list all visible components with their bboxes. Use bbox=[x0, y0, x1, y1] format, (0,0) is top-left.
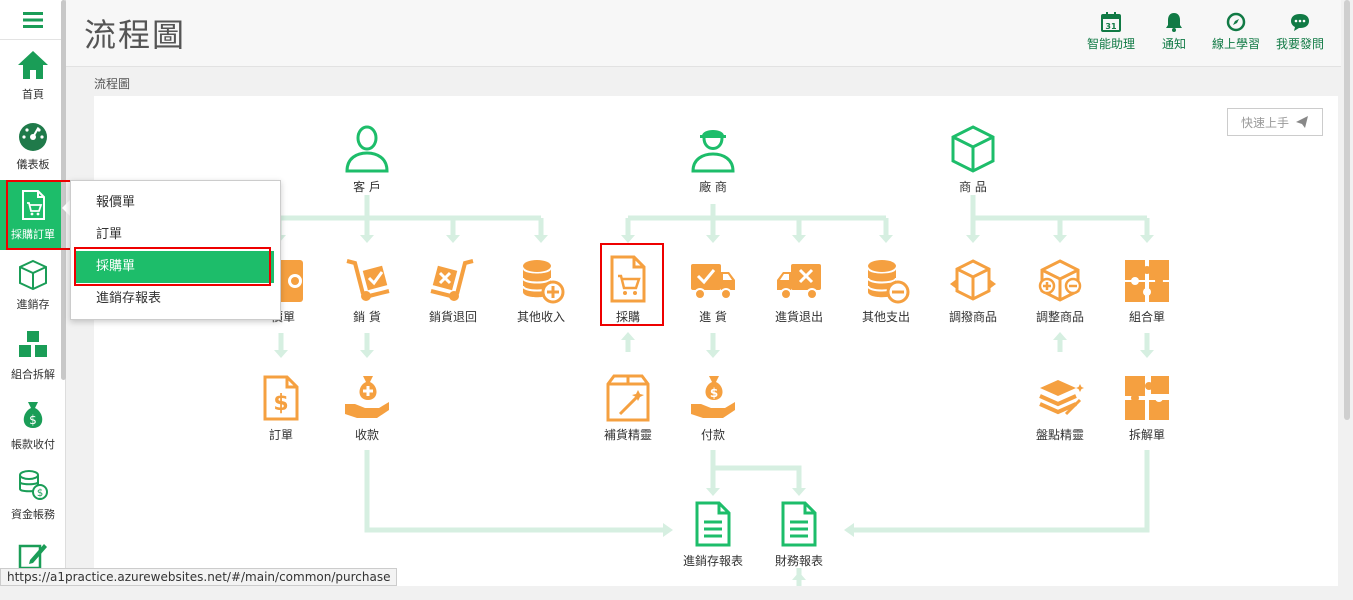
node-receipt[interactable]: 收款 bbox=[327, 374, 407, 443]
node-replenish[interactable]: 補貨精靈 bbox=[588, 374, 668, 443]
cube-icon bbox=[951, 125, 995, 173]
node-label: 銷貨退回 bbox=[428, 310, 477, 324]
node-label: 訂單 bbox=[268, 428, 293, 442]
hand-truck-check-icon bbox=[346, 259, 390, 301]
node-label: 收款 bbox=[354, 428, 379, 442]
node-label: 銷 貨 bbox=[353, 310, 381, 324]
magic-box-icon bbox=[606, 374, 650, 422]
node-finance-report[interactable]: 財務報表 bbox=[759, 500, 839, 569]
report-doc-icon bbox=[695, 501, 731, 547]
truck-x-icon bbox=[777, 264, 821, 300]
node-label: 其他支出 bbox=[861, 310, 910, 324]
submenu-item-inventory-report[interactable]: 進銷存報表 bbox=[76, 283, 274, 315]
order-doc-icon: $ bbox=[263, 375, 299, 421]
page-scrollbar-thumb[interactable] bbox=[1344, 0, 1350, 420]
node-sales-return[interactable]: 銷貨退回 bbox=[413, 258, 493, 325]
node-label: 進銷存報表 bbox=[682, 554, 743, 568]
node-label: 進貨退出 bbox=[774, 310, 823, 324]
node-stock-in-return[interactable]: 進貨退出 bbox=[759, 258, 839, 325]
node-label: 商 品 bbox=[959, 180, 987, 194]
paper-plane-icon bbox=[1296, 116, 1308, 128]
submenu-pointer bbox=[62, 200, 70, 216]
quick-start-label: 快速上手 bbox=[1240, 115, 1289, 130]
status-url: https://a1practice.azurewebsites.net/#/m… bbox=[0, 568, 398, 586]
node-label: 組合單 bbox=[1128, 310, 1165, 324]
money-bag-pay-icon: $ bbox=[691, 376, 735, 418]
node-label: 客 戶 bbox=[353, 180, 381, 194]
highlight-box-submenu bbox=[74, 247, 271, 286]
node-sales[interactable]: 銷 貨 bbox=[327, 258, 407, 325]
node-label: 其他收入 bbox=[516, 310, 565, 324]
node-label: 付款 bbox=[700, 428, 725, 442]
node-payment[interactable]: $ 付款 bbox=[673, 374, 753, 443]
box-adjust-icon bbox=[1038, 259, 1082, 302]
node-label: 盤點精靈 bbox=[1035, 428, 1084, 442]
highlight-box-purchase bbox=[600, 243, 664, 326]
node-stock-in[interactable]: 進 貨 bbox=[673, 258, 753, 325]
node-adjust[interactable]: 調整商品 bbox=[1020, 258, 1100, 325]
node-vendor[interactable]: 廠 商 bbox=[673, 124, 753, 195]
money-bag-hand-icon bbox=[345, 376, 389, 418]
node-stocktake[interactable]: 盤點精靈 bbox=[1020, 374, 1100, 443]
page-scrollbar[interactable] bbox=[1341, 0, 1353, 586]
node-label: 拆解單 bbox=[1128, 428, 1165, 442]
customer-icon bbox=[345, 125, 389, 173]
node-assembly[interactable]: 組合單 bbox=[1107, 258, 1187, 325]
layers-wand-icon bbox=[1039, 380, 1084, 416]
box-transfer-icon bbox=[950, 259, 996, 301]
svg-text:$: $ bbox=[710, 386, 718, 400]
quick-start-button[interactable]: 快速上手 bbox=[1227, 108, 1323, 136]
node-other-expense[interactable]: 其他支出 bbox=[846, 258, 926, 325]
puzzle-icon bbox=[1125, 260, 1169, 302]
node-product[interactable]: 商 品 bbox=[933, 124, 1013, 195]
node-label: 廠 商 bbox=[699, 180, 727, 194]
coins-plus-icon bbox=[522, 260, 565, 304]
node-label: 調撥商品 bbox=[948, 310, 997, 324]
node-label: 調整商品 bbox=[1035, 310, 1084, 324]
node-order[interactable]: $ 訂單 bbox=[241, 374, 321, 443]
report-doc-icon bbox=[781, 501, 817, 547]
node-label: 財務報表 bbox=[774, 554, 823, 568]
delivery-man-icon bbox=[691, 130, 735, 173]
node-other-income[interactable]: 其他收入 bbox=[501, 258, 581, 325]
hand-truck-x-icon bbox=[430, 259, 474, 301]
node-label: 補貨精靈 bbox=[603, 428, 652, 442]
submenu-item-quotation[interactable]: 報價單 bbox=[76, 187, 274, 219]
coins-minus-icon bbox=[867, 260, 910, 304]
puzzle-split-icon bbox=[1125, 376, 1169, 420]
node-customer[interactable]: 客 戶 bbox=[327, 124, 407, 195]
node-inventory-report[interactable]: 進銷存報表 bbox=[673, 500, 753, 569]
svg-text:$: $ bbox=[273, 391, 288, 416]
node-label: 進 貨 bbox=[699, 310, 727, 324]
node-disassembly[interactable]: 拆解單 bbox=[1107, 374, 1187, 443]
truck-check-icon bbox=[691, 264, 735, 300]
node-transfer[interactable]: 調撥商品 bbox=[933, 258, 1013, 325]
